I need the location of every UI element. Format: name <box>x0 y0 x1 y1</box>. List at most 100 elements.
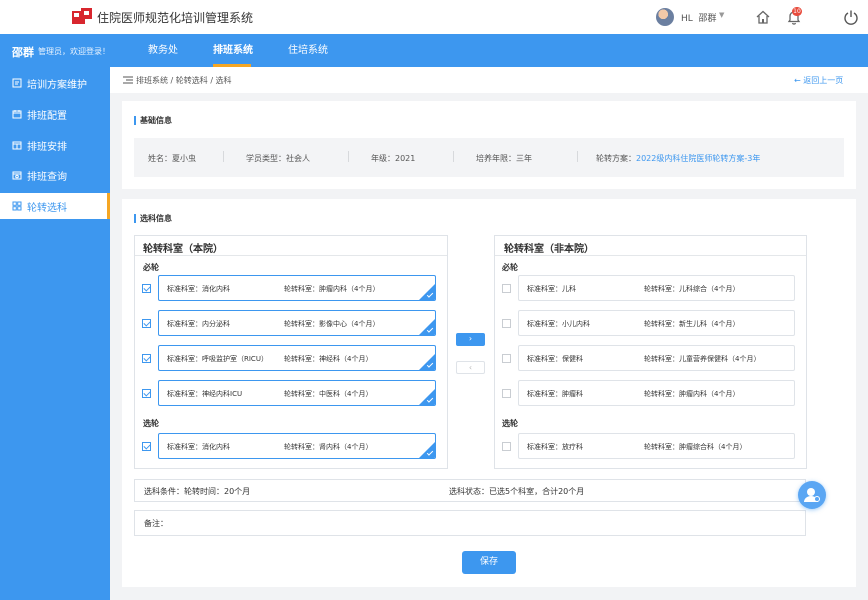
save-button[interactable]: 保存 <box>462 551 516 574</box>
sidebar-item-schedule-arrange[interactable]: 排班安排 <box>0 132 110 158</box>
nav-user-name: 邵群 <box>12 46 34 59</box>
student-grade: 年级：2021 <box>371 154 416 163</box>
sidebar-item-rotation-selection[interactable]: 轮转选科 <box>0 193 110 219</box>
sidebar-item-label: 排班安排 <box>27 141 67 153</box>
move-left-button[interactable]: ‹ <box>456 361 485 374</box>
dept-checkbox[interactable] <box>142 442 151 451</box>
elective-label: 选轮 <box>143 419 159 428</box>
student-name: 姓名：夏小虫 <box>148 154 196 163</box>
dept-checkbox[interactable] <box>142 319 151 328</box>
dept-option[interactable]: 标准科室：内分泌科 轮转科室：影像中心（4个月） <box>158 310 436 336</box>
rotation-dept: 轮转科室：中医科（4个月） <box>284 390 373 398</box>
sidebar-item-label: 排班查询 <box>27 171 67 183</box>
internal-panel-title: 轮转科室（本院） <box>143 244 223 255</box>
external-panel-title: 轮转科室（非本院） <box>504 244 594 255</box>
standard-dept: 标准科室：呼吸监护室（RICU） <box>167 355 268 363</box>
training-years: 培养年限：三年 <box>476 154 532 163</box>
dept-option[interactable]: 标准科室：消化内科 轮转科室：肿瘤内科（4个月） <box>158 275 436 301</box>
rotation-dept: 轮转科室：肿瘤内科（4个月） <box>644 390 740 398</box>
elective-label: 选轮 <box>502 419 518 428</box>
query-icon <box>12 171 22 180</box>
remark-field[interactable] <box>134 510 806 536</box>
standard-dept: 标准科室：肿瘤科 <box>527 390 583 398</box>
system-title: 住院医师规范化培训管理系统 <box>97 11 254 25</box>
breadcrumb: 排班系统 / 轮转选科 / 选科 <box>136 76 232 85</box>
tab-academic-affairs[interactable]: 教务处 <box>148 34 178 67</box>
dept-checkbox[interactable] <box>502 284 511 293</box>
rotation-plan-label: 轮转方案： <box>596 154 636 163</box>
rotation-dept: 轮转科室：肾内科（4个月） <box>284 443 373 451</box>
rotation-dept: 轮转科室：儿科综合（4个月） <box>644 285 740 293</box>
divider <box>223 151 224 162</box>
avatar[interactable] <box>656 8 674 26</box>
dept-checkbox[interactable] <box>142 354 151 363</box>
standard-dept: 标准科室：儿科 <box>527 285 576 293</box>
basic-info-title: 基础信息 <box>134 116 172 125</box>
standard-dept: 标准科室：消化内科 <box>167 285 230 293</box>
back-link[interactable]: ← 返回上一页 <box>794 75 843 86</box>
customer-service-button[interactable] <box>798 481 826 509</box>
dept-option[interactable]: 标准科室：肿瘤科 轮转科室：肿瘤内科（4个月） <box>518 380 795 406</box>
caret-down-icon[interactable]: ▼ <box>719 11 724 19</box>
move-right-button[interactable]: › <box>456 333 485 346</box>
standard-dept: 标准科室：小儿内科 <box>527 320 590 328</box>
doc-edit-icon <box>12 78 22 88</box>
standard-dept: 标准科室：放疗科 <box>527 443 583 451</box>
divider <box>495 255 806 256</box>
notification-badge: 10 <box>792 7 802 16</box>
schedule-icon <box>12 141 22 150</box>
dept-option[interactable]: 标准科室：儿科 轮转科室：儿科综合（4个月） <box>518 275 795 301</box>
grid-icon <box>12 201 22 211</box>
divider <box>577 151 578 162</box>
dept-checkbox[interactable] <box>502 442 511 451</box>
tab-residency[interactable]: 住培系统 <box>288 34 328 67</box>
home-icon[interactable] <box>755 9 771 25</box>
dept-option[interactable]: 标准科室：神经内科ICU 轮转科室：中医科（4个月） <box>158 380 436 406</box>
dept-checkbox[interactable] <box>142 284 151 293</box>
rotation-dept: 轮转科室：新生儿科（4个月） <box>644 320 740 328</box>
dept-option[interactable]: 标准科室：放疗科 轮转科室：肿瘤综合科（4个月） <box>518 433 795 459</box>
tab-scheduling[interactable]: 排班系统 <box>213 34 253 67</box>
divider <box>348 151 349 162</box>
rotation-plan: 轮转方案：2022级内科住院医师轮转方案-3年 <box>596 153 760 164</box>
standard-dept: 标准科室：神经内科ICU <box>167 390 243 398</box>
user-support-icon <box>804 488 820 502</box>
power-icon[interactable] <box>843 9 859 25</box>
menu-icon <box>123 76 133 84</box>
sidebar-item-training-plan[interactable]: 培训方案维护 <box>0 70 110 96</box>
divider <box>453 151 454 162</box>
dept-option[interactable]: 标准科室：保健科 轮转科室：儿童营养保健科（4个月） <box>518 345 795 371</box>
rotation-dept: 轮转科室：儿童营养保健科（4个月） <box>644 355 761 363</box>
selection-title: 选科信息 <box>134 214 172 223</box>
remark-label: 备注： <box>144 519 168 528</box>
dept-option[interactable]: 标准科室：小儿内科 轮转科室：新生儿科（4个月） <box>518 310 795 336</box>
selection-status: 选科状态：已选5个科室，合计20个月 <box>449 487 585 496</box>
dept-option[interactable]: 标准科室：消化内科 轮转科室：肾内科（4个月） <box>158 433 436 459</box>
user-menu[interactable]: HL 邵群 <box>681 11 717 24</box>
main-nav: 邵群 管理员，欢迎登录！ 教务处 排班系统 住培系统 <box>0 34 868 67</box>
welcome-text: 管理员，欢迎登录！ <box>38 47 110 56</box>
required-label: 必轮 <box>502 263 518 272</box>
selection-condition: 选科条件：轮转时间：20个月 <box>144 487 251 496</box>
dept-checkbox[interactable] <box>502 319 511 328</box>
dept-checkbox[interactable] <box>502 389 511 398</box>
sidebar-item-label: 培训方案维护 <box>27 79 87 91</box>
dept-option[interactable]: 标准科室：呼吸监护室（RICU） 轮转科室：神经科（4个月） <box>158 345 436 371</box>
rotation-dept: 轮转科室：神经科（4个月） <box>284 355 373 363</box>
logo-icon <box>72 8 92 24</box>
sidebar-item-schedule-config[interactable]: 排班配置 <box>0 101 110 127</box>
sidebar-item-schedule-query[interactable]: 排班查询 <box>0 162 110 188</box>
sidebar-item-label: 排班配置 <box>27 110 67 122</box>
user-initials: HL <box>681 14 693 24</box>
divider <box>135 255 447 256</box>
sidebar-item-label: 轮转选科 <box>27 202 67 214</box>
rotation-plan-link[interactable]: 2022级内科住院医师轮转方案-3年 <box>636 154 760 163</box>
dept-checkbox[interactable] <box>142 389 151 398</box>
student-type: 学员类型：社会人 <box>246 154 310 163</box>
standard-dept: 标准科室：消化内科 <box>167 443 230 451</box>
dept-checkbox[interactable] <box>502 354 511 363</box>
user-name: 邵群 <box>698 14 717 24</box>
required-label: 必轮 <box>143 263 159 272</box>
standard-dept: 标准科室：内分泌科 <box>167 320 230 328</box>
rotation-dept: 轮转科室：肿瘤综合科（4个月） <box>644 443 747 451</box>
